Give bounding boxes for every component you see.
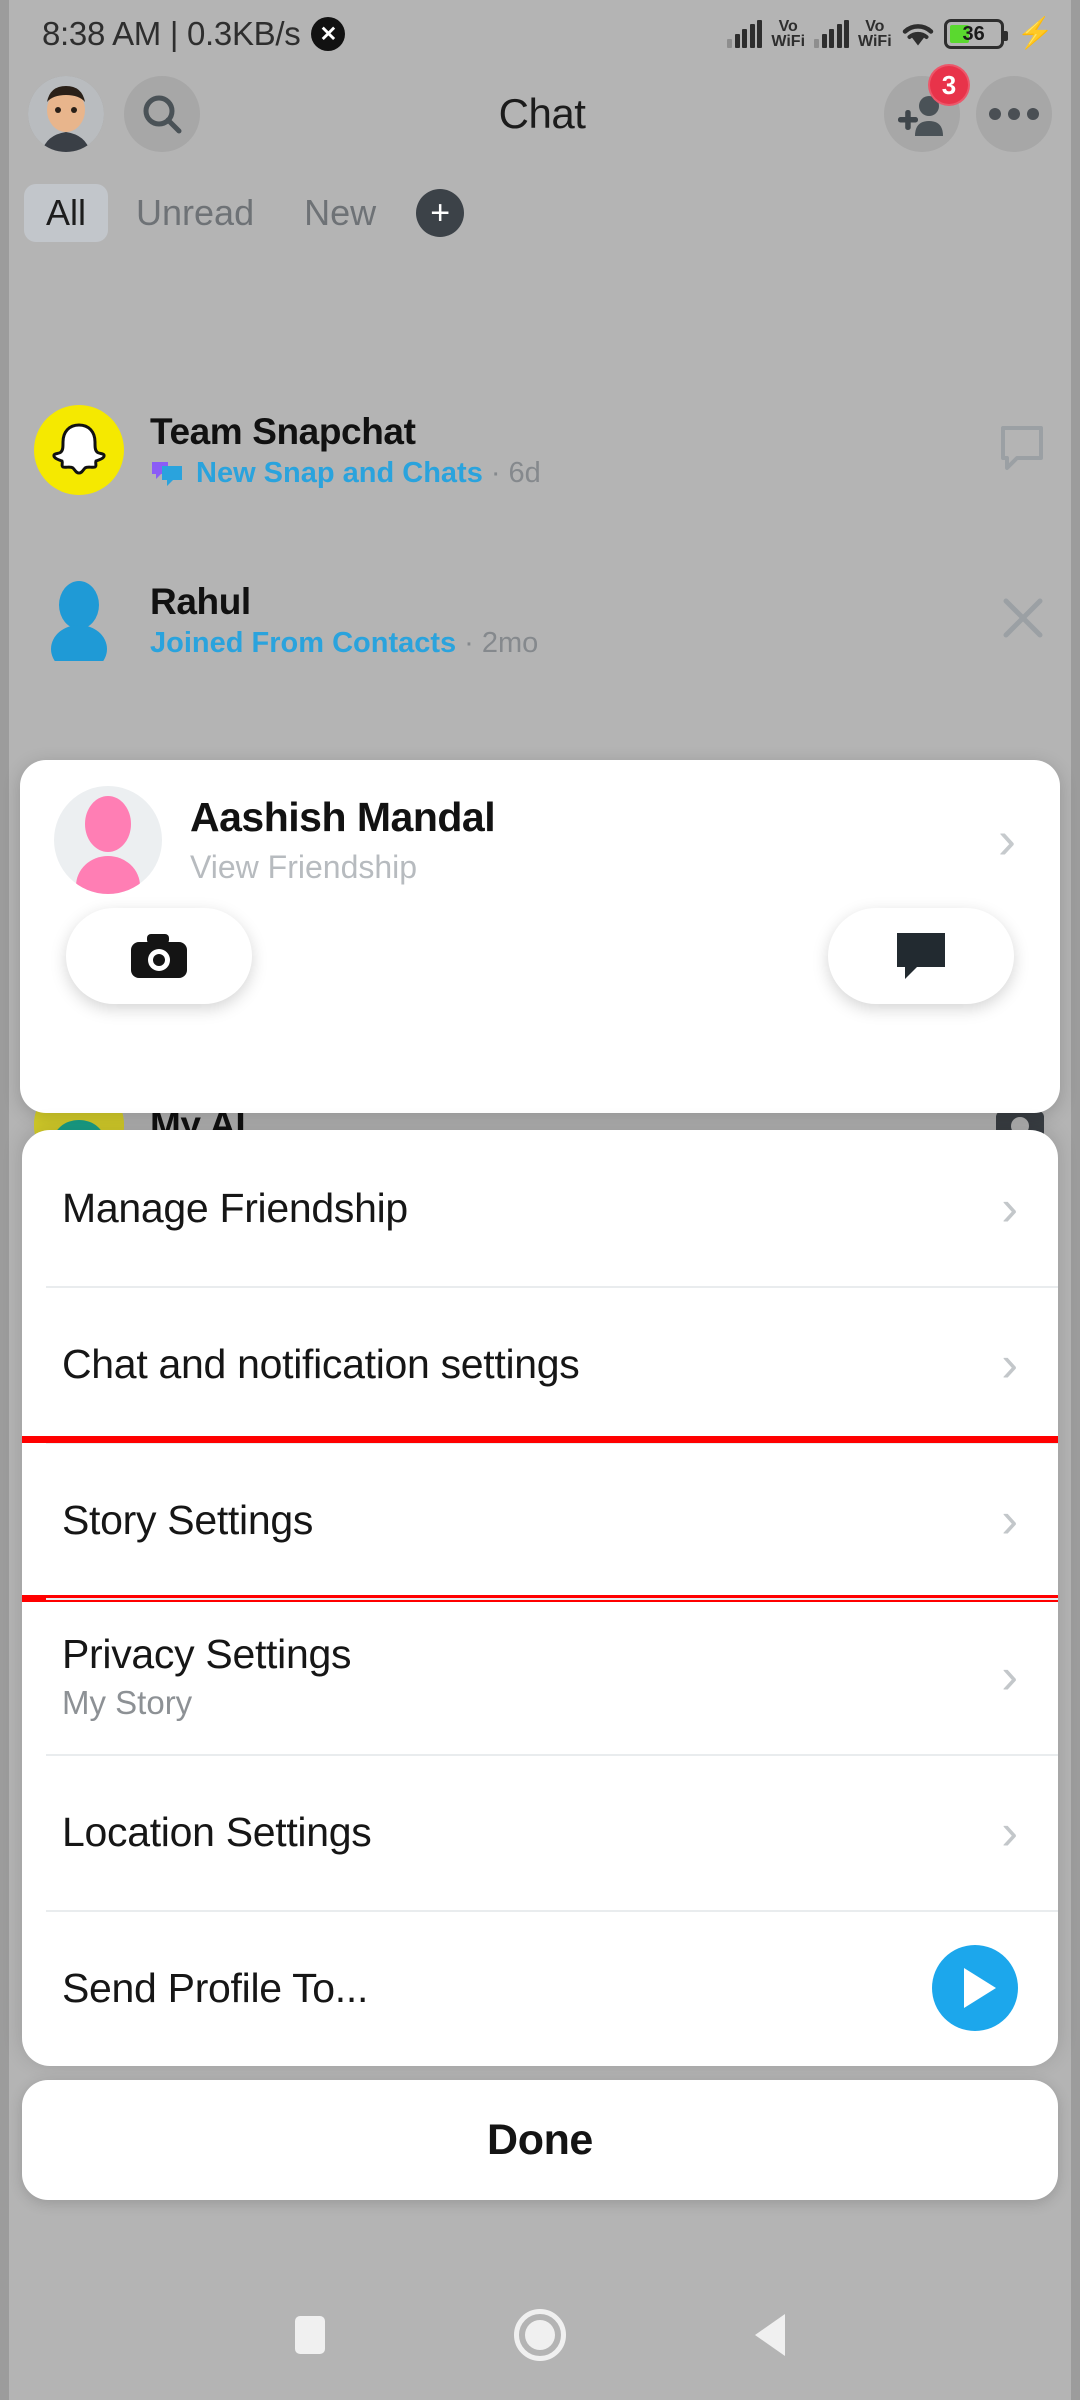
menu-item-label: Send Profile To... — [62, 1964, 369, 2011]
menu-item-label: Privacy Settings — [62, 1630, 352, 1677]
page-title: Chat — [498, 90, 586, 137]
chat-row-name: Rahul — [150, 580, 251, 622]
chat-header: Chat 3 — [0, 64, 1080, 160]
chevron-right-icon[interactable]: › — [998, 813, 1026, 867]
chat-row-text: Team Snapchat New Snap and Chats · 6d — [150, 411, 998, 490]
volte-label-2: Vo WiFi — [858, 19, 892, 50]
menu-item-label: Manage Friendship — [62, 1184, 408, 1231]
chat-row-status: New Snap and Chats — [196, 456, 483, 489]
friend-profile-card[interactable]: Aashish Mandal View Friendship › — [20, 760, 1060, 1113]
charging-icon: ⚡ — [1016, 17, 1054, 50]
view-friendship-label: View Friendship — [190, 849, 418, 885]
new-chat-plus-icon[interactable]: + — [416, 189, 465, 237]
screen-bezel-left — [0, 0, 9, 2400]
menu-item-story-settings[interactable]: Story Settings › — [22, 1436, 1058, 1602]
chat-row-time: · 6d — [490, 456, 541, 489]
friendship-options-sheet: Manage Friendship › Chat and notificatio… — [22, 1130, 1058, 2066]
friend-card-info: Aashish Mandal View Friendship — [190, 794, 998, 886]
chat-list-item-rahul[interactable]: Rahul Joined From Contacts · 2mo — [0, 565, 1080, 675]
volte-label-1: Vo WiFi — [771, 19, 806, 50]
friend-card-header[interactable]: Aashish Mandal View Friendship › — [20, 760, 1060, 894]
chat-row-text: Rahul Joined From Contacts · 2mo — [150, 581, 1000, 660]
tab-all[interactable]: All — [24, 184, 109, 242]
chat-filter-tabs: All Unread New + — [0, 168, 1080, 258]
camera-button[interactable] — [66, 908, 252, 1004]
friend-card-actions — [20, 894, 1060, 1004]
recents-square-icon[interactable] — [294, 2316, 325, 2354]
snap-chats-icon — [152, 462, 182, 486]
search-icon[interactable] — [124, 76, 200, 152]
friend-name: Aashish Mandal — [190, 794, 496, 840]
battery-icon: 36 — [943, 19, 1008, 49]
status-bar-right: Vo WiFi Vo WiFi 36 ⚡ — [727, 17, 1054, 50]
battery-level: 36 — [962, 22, 985, 45]
chat-row-time: · 2mo — [464, 626, 539, 659]
menu-item-text: Privacy Settings My Story — [62, 1631, 351, 1722]
screen-bezel-right — [1071, 0, 1080, 2400]
send-icon[interactable] — [932, 1945, 1018, 2031]
header-actions: 3 — [884, 64, 1052, 152]
close-icon[interactable]: ✕ — [311, 17, 346, 51]
chat-row-name: Team Snapchat — [150, 410, 416, 452]
signal-bars-icon-2 — [814, 20, 850, 48]
chat-row-subtitle: Joined From Contacts · 2mo — [150, 627, 1000, 660]
status-bar: 8:38 AM | 0.3KB/s ✕ Vo WiFi Vo WiFi 36 ⚡ — [0, 0, 1080, 68]
add-friend-icon[interactable]: 3 — [884, 64, 970, 152]
volte-wifi-2: WiFi — [858, 33, 892, 50]
chat-bubble-icon[interactable] — [998, 424, 1046, 477]
menu-item-location-settings[interactable]: Location Settings › — [22, 1754, 1058, 1910]
camera-icon — [131, 934, 187, 978]
android-nav-bar — [0, 2270, 1080, 2400]
chat-row-status: Joined From Contacts — [150, 626, 457, 659]
volte-wifi-1: WiFi — [771, 33, 806, 50]
chevron-right-icon: › — [1001, 1648, 1018, 1704]
chevron-right-icon: › — [1001, 1492, 1018, 1548]
chat-button[interactable] — [828, 908, 1014, 1004]
menu-item-send-profile-to[interactable]: Send Profile To... — [22, 1910, 1058, 2066]
home-circle-icon[interactable] — [513, 2309, 566, 2361]
back-triangle-icon[interactable] — [755, 2314, 786, 2356]
menu-item-label: Story Settings — [62, 1496, 314, 1543]
menu-item-chat-and-notification-settings[interactable]: Chat and notification settings › — [22, 1286, 1058, 1442]
bitmoji-avatar[interactable] — [28, 76, 104, 152]
menu-item-manage-friendship[interactable]: Manage Friendship › — [22, 1130, 1058, 1286]
tab-unread[interactable]: Unread — [114, 184, 276, 242]
chat-row-subtitle: New Snap and Chats · 6d — [150, 457, 998, 490]
status-clock: 8:38 AM | 0.3KB/s — [42, 15, 301, 52]
wifi-icon — [901, 20, 935, 48]
snapchat-ghost-avatar — [34, 405, 124, 495]
done-button[interactable]: Done — [22, 2080, 1058, 2200]
person-avatar-blue — [34, 575, 124, 665]
phone-screen: 8:38 AM | 0.3KB/s ✕ Vo WiFi Vo WiFi 36 ⚡… — [0, 0, 1080, 2400]
menu-item-label: Location Settings — [62, 1808, 372, 1855]
status-bar-left: 8:38 AM | 0.3KB/s ✕ — [42, 15, 346, 53]
chat-bubble-icon — [897, 933, 945, 979]
friend-avatar — [54, 786, 162, 894]
menu-item-privacy-settings[interactable]: Privacy Settings My Story › — [22, 1598, 1058, 1754]
more-options-icon[interactable] — [976, 76, 1052, 152]
tab-new[interactable]: New — [282, 184, 398, 242]
chevron-right-icon: › — [1001, 1804, 1018, 1860]
close-icon[interactable] — [1000, 595, 1046, 646]
chevron-right-icon: › — [1001, 1336, 1018, 1392]
add-friend-badge: 3 — [928, 64, 970, 106]
menu-item-sublabel: My Story — [62, 1683, 193, 1721]
menu-item-label: Chat and notification settings — [62, 1340, 580, 1387]
chat-list-item-team-snapchat[interactable]: Team Snapchat New Snap and Chats · 6d — [0, 395, 1080, 505]
done-button-label: Done — [487, 2115, 593, 2164]
chevron-right-icon: › — [1001, 1180, 1018, 1236]
signal-bars-icon-1 — [727, 20, 763, 48]
